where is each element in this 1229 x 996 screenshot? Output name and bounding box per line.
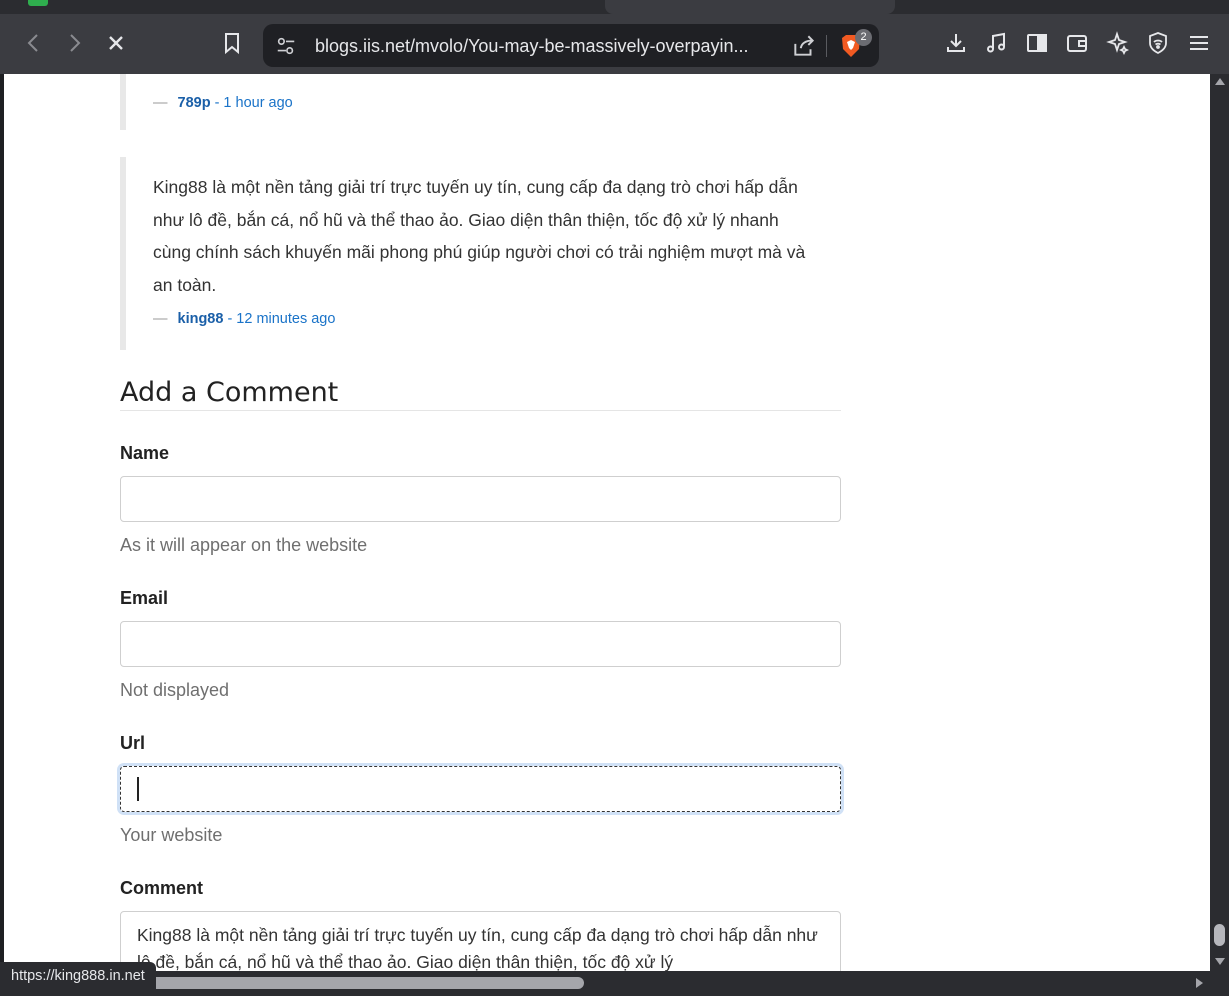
forward-icon[interactable] bbox=[59, 28, 89, 58]
email-input[interactable] bbox=[120, 621, 841, 667]
scroll-down-arrow-icon[interactable] bbox=[1215, 958, 1225, 965]
address-bar[interactable]: blogs.iis.net/mvolo/You-may-be-massively… bbox=[263, 24, 879, 67]
divider bbox=[826, 35, 827, 57]
comment-label: Comment bbox=[120, 878, 204, 898]
scroll-right-arrow-icon[interactable] bbox=[1196, 978, 1203, 988]
active-tab[interactable] bbox=[605, 0, 895, 14]
site-settings-icon[interactable] bbox=[275, 35, 297, 57]
email-hint: Not displayed bbox=[120, 680, 230, 700]
vpn-icon[interactable] bbox=[1143, 28, 1173, 58]
add-comment-heading: Add a Comment bbox=[120, 377, 841, 411]
horizontal-scrollbar[interactable] bbox=[0, 971, 1229, 996]
comment-textarea[interactable]: King88 là một nền tảng giải trí trực tuy… bbox=[120, 911, 841, 971]
tab-strip bbox=[0, 0, 1229, 14]
comment-item: — 789p -1 hour ago bbox=[120, 74, 816, 130]
name-input[interactable] bbox=[120, 476, 841, 522]
link-status-bubble: https://king888.in.net bbox=[0, 962, 156, 990]
menu-icon[interactable] bbox=[1184, 28, 1214, 58]
wallet-icon[interactable] bbox=[1062, 28, 1092, 58]
comment-body: King88 là một nền tảng giải trí trực tuy… bbox=[153, 177, 806, 295]
browser-toolbar: blogs.iis.net/mvolo/You-may-be-massively… bbox=[0, 14, 1229, 74]
vertical-scrollbar[interactable] bbox=[1210, 74, 1229, 971]
comment-item: King88 là một nền tảng giải trí trực tuy… bbox=[120, 157, 816, 350]
download-icon[interactable] bbox=[941, 28, 971, 58]
leo-ai-icon[interactable] bbox=[1103, 28, 1133, 58]
back-icon[interactable] bbox=[19, 28, 49, 58]
stop-icon[interactable] bbox=[101, 28, 131, 58]
comment-body bbox=[126, 74, 816, 84]
comment-author-link[interactable]: 789p bbox=[178, 95, 211, 111]
bookmark-icon[interactable] bbox=[217, 28, 247, 58]
meta-dash: — bbox=[153, 311, 168, 327]
scroll-up-arrow-icon[interactable] bbox=[1215, 78, 1225, 85]
comment-meta: — king88-12 minutes ago bbox=[126, 311, 816, 327]
url-text[interactable]: blogs.iis.net/mvolo/You-may-be-massively… bbox=[315, 36, 785, 57]
comment-meta: — 789p -1 hour ago bbox=[126, 95, 816, 111]
meta-separator: - bbox=[227, 311, 233, 327]
name-hint: As it will appear on the website bbox=[120, 535, 368, 555]
sidebar-icon[interactable] bbox=[1022, 28, 1052, 58]
email-label: Email bbox=[120, 588, 169, 608]
name-label: Name bbox=[120, 443, 170, 463]
meta-separator: - bbox=[214, 95, 220, 111]
text-caret bbox=[137, 777, 139, 801]
comment-time-link[interactable]: 1 hour ago bbox=[223, 95, 292, 111]
url-hint: Your website bbox=[120, 825, 223, 845]
horizontal-scroll-thumb[interactable] bbox=[120, 977, 584, 989]
url-label: Url bbox=[120, 733, 146, 753]
url-input[interactable] bbox=[120, 766, 841, 812]
page-viewport: —789p -1 hour ago King88 là một nền tảng … bbox=[4, 74, 1210, 971]
share-icon[interactable] bbox=[791, 33, 817, 59]
tab-favicon[interactable] bbox=[28, 0, 48, 6]
comment-author-link[interactable]: king88 bbox=[178, 311, 224, 327]
shields-count-badge: 2 bbox=[855, 29, 872, 46]
media-icon[interactable] bbox=[981, 28, 1011, 58]
meta-dash: — bbox=[153, 95, 168, 111]
comment-time-link[interactable]: 12 minutes ago bbox=[236, 311, 335, 327]
vertical-scroll-thumb[interactable] bbox=[1214, 924, 1225, 946]
